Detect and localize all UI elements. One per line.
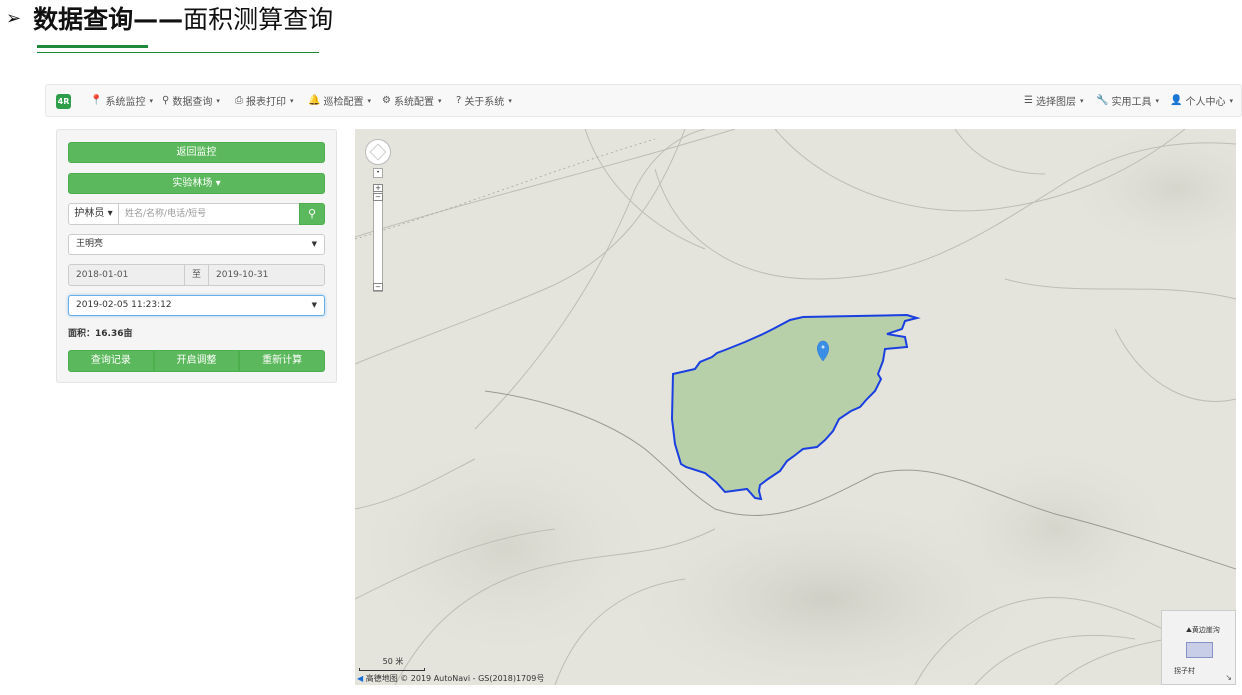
scale-label: 50 米 — [382, 657, 404, 666]
caret-down-icon: ▾ — [508, 96, 512, 105]
back-to-monitor-button[interactable]: 返回监控 — [68, 142, 325, 163]
search-icon: ⚲ — [162, 95, 170, 106]
ranger-type-dropdown[interactable]: 护林员 ▾ — [68, 203, 119, 225]
nav-label: 数据查询 — [172, 97, 213, 108]
nav-label: 实用工具 — [1111, 97, 1152, 108]
forest-farm-dropdown[interactable]: 实验林场 ▾ — [68, 173, 325, 194]
attribution-text: 高德地图 © 2019 AutoNavi - GS(2018)1709号 — [365, 674, 545, 683]
nav-about-system[interactable]: ? 关于系统 ▾ — [456, 85, 512, 116]
measured-area-layer — [670, 313, 921, 501]
person-select[interactable]: 王明亮 ▼ — [68, 234, 325, 255]
top-navbar: 4R 📍 系统监控 ▾ ⚲ 数据查询 ▾ ⎙ 报表打印 ▾ 🔔 巡检配置 ▾ ⚙… — [45, 84, 1242, 117]
caret-down-icon: ▾ — [290, 96, 294, 105]
amap-logo-icon: ◀ — [357, 674, 364, 683]
zoom-in-button[interactable]: + — [373, 184, 383, 192]
slide-title-rest: 面积测算查询 — [183, 5, 334, 34]
area-result: 面积：16.36亩 — [68, 326, 132, 339]
caret-down-icon: ▾ — [367, 96, 371, 105]
list-icon: ☰ — [1024, 95, 1033, 106]
measured-area-polygon[interactable] — [670, 313, 921, 501]
caret-down-icon: ▼ — [311, 240, 317, 248]
title-underline-accent — [37, 45, 148, 48]
caret-down-icon: ▾ — [216, 96, 220, 105]
pan-control[interactable] — [365, 139, 391, 165]
caret-down-icon: ▼ — [311, 301, 317, 309]
date-separator: 至 — [184, 264, 209, 286]
caret-down-icon: ▾ — [1229, 96, 1233, 105]
nav-label: 选择图层 — [1035, 97, 1076, 108]
caret-down-icon: ▾ — [1155, 96, 1159, 105]
caret-down-icon: ▾ — [437, 96, 442, 105]
overview-place-label-1: ⛰黄边崖沟 — [1186, 625, 1220, 635]
recalculate-button[interactable]: 重新计算 — [239, 350, 326, 372]
map-canvas[interactable]: • + − − 50 米 ◀ 高德地图 © 2019 AutoNavi - GS… — [355, 129, 1236, 685]
nav-system-config[interactable]: ⚙ 系统配置 ▾ — [382, 85, 441, 116]
nav-label: 系统配置 — [393, 97, 434, 108]
user-icon: 👤 — [1170, 95, 1183, 106]
query-records-button[interactable]: 查询记录 — [68, 350, 154, 372]
area-label: 面积： — [68, 329, 96, 339]
record-time-select[interactable]: 2019-02-05 11:23:12 ▼ — [68, 295, 325, 316]
overview-place-label-2: 拐子村 — [1174, 667, 1195, 675]
map-marker-icon: 📍 — [90, 95, 103, 106]
nav-user-center[interactable]: 👤 个人中心 ▾ — [1170, 85, 1233, 116]
arrow-bullet-icon: ➢ — [6, 7, 22, 29]
search-button[interactable]: ⚲ — [299, 203, 325, 225]
nav-patrol-config[interactable]: 🔔 巡检配置 ▾ — [308, 85, 371, 116]
title-underline — [37, 52, 319, 53]
nav-label: 巡检配置 — [323, 97, 364, 108]
overview-label-1-text: 黄边崖沟 — [1191, 626, 1220, 634]
nav-label: 系统监控 — [105, 97, 146, 108]
map-attribution: ◀ 高德地图 © 2019 AutoNavi - GS(2018)1709号 — [357, 673, 544, 684]
search-input[interactable]: 姓名/名称/电话/短号 — [118, 203, 300, 225]
area-value: 16.36亩 — [95, 329, 133, 339]
nav-select-layer[interactable]: ☰ 选择图层 ▾ — [1024, 85, 1083, 116]
gear-icon: ⚙ — [382, 95, 391, 106]
slide-title: ➢ 数据查询—— 面积测算查询 — [6, 2, 333, 34]
zoom-slider-handle[interactable]: − — [373, 193, 383, 201]
nav-label: 个人中心 — [1185, 97, 1226, 108]
nav-data-query[interactable]: ⚲ 数据查询 ▾ — [162, 85, 220, 116]
search-icon: ⚲ — [307, 207, 317, 220]
zoom-out-button[interactable]: − — [373, 283, 383, 291]
date-to-input[interactable]: 2019-10-31 — [208, 264, 325, 286]
query-panel: 返回监控 实验林场 ▾ 护林员 ▾ 姓名/名称/电话/短号 ⚲ 王明亮 ▼ 20… — [56, 129, 337, 383]
caret-down-icon: ▾ — [1079, 96, 1084, 105]
scale-bar — [359, 668, 425, 671]
overview-collapse-icon[interactable]: ↘ — [1225, 673, 1232, 682]
slide-title-bold: 数据查询—— — [33, 5, 184, 34]
zoom-slider[interactable]: + − − — [373, 184, 383, 292]
bell-icon: 🔔 — [308, 95, 321, 106]
search-group: 护林员 ▾ 姓名/名称/电话/短号 ⚲ — [68, 203, 325, 225]
nav-system-monitor[interactable]: 📍 系统监控 ▾ — [90, 85, 153, 116]
pan-arrows-icon — [369, 143, 387, 161]
date-from-input[interactable]: 2018-01-01 — [68, 264, 185, 286]
nav-label: 关于系统 — [464, 97, 505, 108]
nav-label: 报表打印 — [246, 97, 286, 108]
zoom-reset-button[interactable]: • — [373, 168, 383, 178]
question-icon: ? — [456, 95, 462, 106]
caret-down-icon: ▾ — [149, 96, 153, 105]
print-icon: ⎙ — [235, 95, 243, 106]
overview-viewport-rect[interactable] — [1186, 642, 1213, 658]
nav-report-print[interactable]: ⎙ 报表打印 ▾ — [235, 85, 294, 116]
overview-map[interactable]: ⛰黄边崖沟 拐子村 ↘ — [1161, 610, 1236, 685]
wrench-icon: 🔧 — [1096, 95, 1109, 106]
person-select-value: 王明亮 — [76, 239, 104, 249]
record-time-value: 2019-02-05 11:23:12 — [76, 300, 172, 310]
start-adjust-button[interactable]: 开启调整 — [153, 350, 240, 372]
date-range: 2018-01-01 至 2019-10-31 — [68, 264, 325, 286]
action-button-group: 查询记录 开启调整 重新计算 — [68, 350, 326, 372]
nav-tools[interactable]: 🔧 实用工具 ▾ — [1096, 85, 1159, 116]
app-logo-icon[interactable]: 4R — [56, 94, 71, 109]
